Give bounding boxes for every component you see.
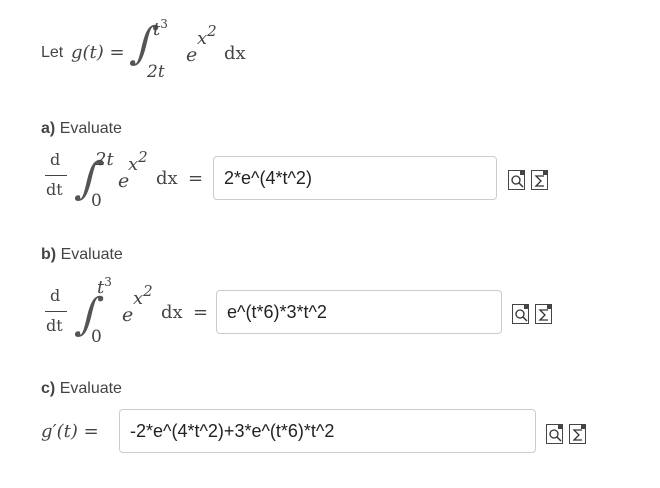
part-b-differential: dx (161, 302, 183, 323)
part-c-lhs: g′(t) = (41, 421, 99, 442)
part-b-deriv-num: d (50, 286, 61, 305)
part-b-equation-editor-icon[interactable] (535, 304, 552, 324)
part-b-deriv-den: dt (46, 316, 63, 335)
part-a-equals: = (188, 168, 204, 189)
definition-integrand-exp: x2 (197, 22, 217, 49)
part-b-integrand-exp: x2 (133, 282, 153, 309)
part-a-answer-input[interactable]: 2*e^(4*t^2) (213, 156, 497, 200)
definition-lhs: g(t) = (71, 42, 125, 63)
part-c-preview-icon[interactable] (546, 424, 563, 444)
definition-upper-limit: t3 (153, 17, 168, 40)
part-b-fraction-bar (45, 311, 67, 312)
part-b-instruction: Evaluate (60, 246, 123, 263)
part-b-integrand-base: e (122, 304, 134, 326)
part-b-lower-limit: 0 (91, 327, 102, 347)
part-a-equation-editor-icon[interactable] (531, 170, 548, 190)
definition-prefix: Let (41, 44, 64, 61)
part-a-heading: a) Evaluate (41, 120, 122, 138)
part-a-fraction-bar (45, 175, 67, 176)
part-b-letter: b) (41, 246, 57, 263)
part-b-upper-limit: t3 (97, 275, 112, 298)
part-c-equation-editor-icon[interactable] (569, 424, 586, 444)
part-b-equals: = (193, 302, 209, 323)
definition-integrand-base: e (186, 44, 198, 66)
part-b-heading: b) Evaluate (41, 246, 123, 264)
part-a-deriv-den: dt (46, 180, 63, 199)
part-a-letter: a) (41, 120, 56, 137)
part-c-heading: c) Evaluate (41, 380, 122, 398)
part-a-instruction: Evaluate (59, 120, 122, 137)
part-b-answer-input[interactable]: e^(t*6)*3*t^2 (216, 290, 502, 334)
definition-differential: dx (224, 43, 246, 64)
part-b-preview-icon[interactable] (512, 304, 529, 324)
part-a-integrand-exp: x2 (128, 148, 148, 175)
part-a-lower-limit: 0 (91, 191, 102, 211)
part-c-letter: c) (41, 380, 56, 397)
part-c-instruction: Evaluate (59, 380, 122, 397)
part-a-differential: dx (156, 168, 178, 189)
part-a-preview-icon[interactable] (508, 170, 525, 190)
part-c-answer-input[interactable]: -2*e^(4*t^2)+3*e^(t*6)*t^2 (119, 409, 536, 453)
definition-lower-limit: 2t (147, 62, 165, 82)
part-a-deriv-num: d (50, 150, 61, 169)
part-a-upper-limit: 2t (95, 149, 114, 170)
